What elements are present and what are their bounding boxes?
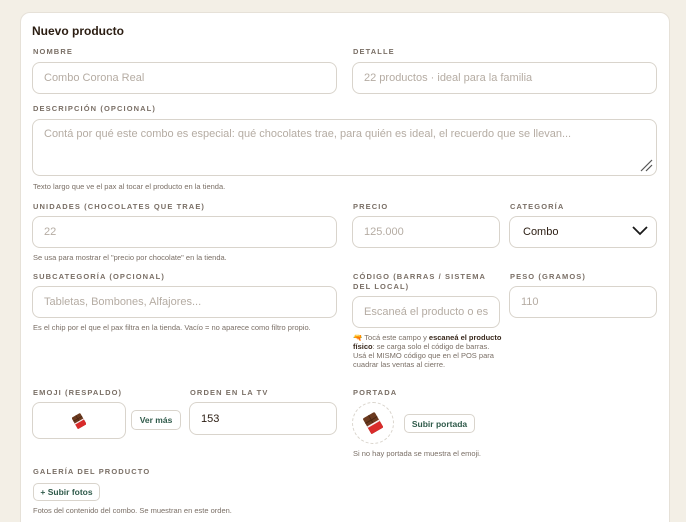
nombre-placeholder: Combo Corona Real: [44, 72, 145, 84]
codigo-hint-post: : se carga solo el código de barras. Usá…: [353, 342, 494, 369]
subcategoria-hint: Es el chip por el que el pax filtra en l…: [33, 323, 311, 332]
precio-placeholder: 125.000: [364, 226, 404, 238]
emoji-label: EMOJI (RESPALDO): [33, 388, 123, 397]
peso-input[interactable]: 110: [509, 286, 657, 318]
subir-fotos-button[interactable]: + Subir fotos: [33, 483, 100, 501]
subcategoria-placeholder: Tabletas, Bombones, Alfajores...: [44, 296, 202, 308]
codigo-hint: 🔫 Tocá este campo y escaneá el producto …: [353, 333, 503, 369]
portada-preview[interactable]: [352, 402, 394, 444]
nombre-label: NOMBRE: [33, 47, 73, 56]
orden-label: ORDEN EN LA TV: [190, 388, 269, 397]
unidades-placeholder: 22: [44, 226, 57, 238]
categoria-value: Combo: [523, 226, 559, 238]
galeria-hint: Fotos del contenido del combo. Se muestr…: [33, 506, 232, 515]
orden-value: 153: [201, 412, 220, 425]
detalle-placeholder: 22 productos · ideal para la familia: [364, 72, 533, 84]
subcategoria-label: SUBCATEGORÍA (OPCIONAL): [33, 272, 165, 281]
descripcion-textarea[interactable]: Contá por qué este combo es especial: qu…: [32, 119, 657, 176]
detalle-label: DETALLE: [353, 47, 395, 56]
chevron-down-icon: [632, 226, 648, 236]
descripcion-placeholder: Contá por qué este combo es especial: qu…: [44, 128, 572, 140]
precio-input[interactable]: 125.000: [352, 216, 500, 248]
unidades-input[interactable]: 22: [32, 216, 337, 248]
resize-grip-icon[interactable]: [639, 158, 653, 172]
emoji-field[interactable]: [32, 402, 126, 439]
portada-hint: Si no hay portada se muestra el emoji.: [353, 449, 481, 458]
subir-portada-button[interactable]: Subir portada: [404, 414, 475, 433]
precio-label: PRECIO: [353, 202, 389, 211]
descripcion-hint: Texto largo que ve el pax al tocar el pr…: [33, 182, 226, 191]
categoria-select[interactable]: Combo: [509, 216, 657, 248]
peso-label: PESO (GRAMOS): [510, 272, 586, 281]
orden-input[interactable]: 153: [189, 402, 337, 435]
form-title: Nuevo producto: [32, 24, 124, 38]
chocolate-icon: [363, 412, 383, 434]
descripcion-label: DESCRIPCIÓN (OPCIONAL): [33, 104, 156, 113]
categoria-label: CATEGORÍA: [510, 202, 565, 211]
chocolate-icon: [72, 413, 86, 429]
scanner-icon: 🔫: [353, 333, 363, 342]
ver-mas-button[interactable]: Ver más: [131, 410, 181, 430]
nombre-input[interactable]: Combo Corona Real: [32, 62, 337, 94]
codigo-placeholder: Escaneá el producto o es: [364, 306, 489, 318]
portada-label: PORTADA: [353, 388, 398, 397]
unidades-label: UNIDADES (CHOCOLATES QUE TRAE): [33, 202, 206, 211]
detalle-input[interactable]: 22 productos · ideal para la familia: [352, 62, 657, 94]
codigo-hint-pre: Tocá este campo y: [362, 333, 429, 342]
galeria-label: GALERÍA DEL PRODUCTO: [33, 467, 151, 476]
codigo-label: CÓDIGO (BARRAS / SISTEMA DEL LOCAL): [353, 272, 486, 291]
subcategoria-input[interactable]: Tabletas, Bombones, Alfajores...: [32, 286, 337, 318]
codigo-input[interactable]: Escaneá el producto o es: [352, 296, 500, 328]
peso-placeholder: 110: [521, 296, 539, 308]
unidades-hint: Se usa para mostrar el "precio por choco…: [33, 253, 227, 262]
